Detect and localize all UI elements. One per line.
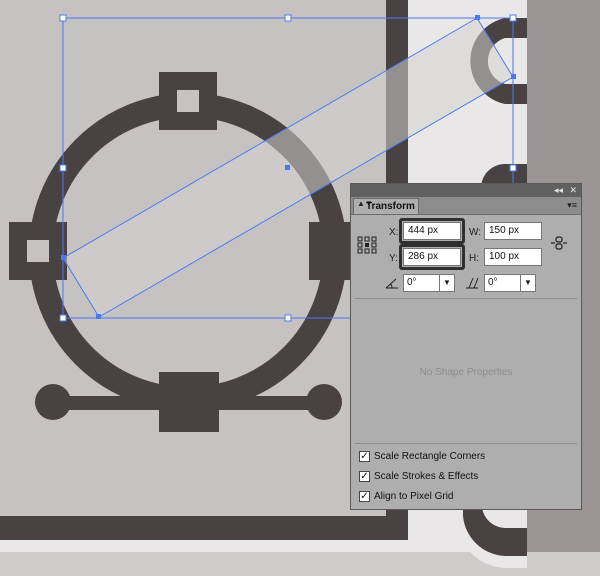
base-bar [50, 396, 326, 410]
checkbox-box[interactable]: ✓ [359, 451, 370, 462]
w-label: W: [469, 227, 482, 238]
close-icon[interactable]: ✕ [569, 184, 577, 197]
tab-transform[interactable]: ▲▼ Transform [353, 198, 419, 214]
h-input[interactable]: 100 px [484, 248, 542, 266]
y-label: Y: [389, 253, 398, 264]
y-input[interactable]: 286 px [403, 248, 461, 266]
w-input[interactable]: 150 px [484, 222, 542, 240]
checkbox-box[interactable]: ✓ [359, 491, 370, 502]
ring-left-square-hole [27, 240, 49, 262]
base-left-knob [35, 384, 71, 420]
h-label: H: [469, 253, 479, 264]
checkbox-box[interactable]: ✓ [359, 471, 370, 482]
shear-angle-input[interactable]: 0° ▼ [484, 274, 536, 292]
base-right-knob [306, 384, 342, 420]
reference-point-icon[interactable] [357, 236, 377, 254]
rotate-angle-input[interactable]: 0° ▼ [403, 274, 455, 292]
rotate-angle-icon [385, 278, 398, 289]
panel-tab-row: ▲▼ Transform ▾≡ [351, 197, 581, 215]
rotate-angle-value: 0° [407, 277, 417, 288]
shear-angle-value: 0° [488, 277, 498, 288]
separator [355, 443, 577, 444]
x-label: X: [389, 227, 399, 238]
shear-dropdown-icon[interactable]: ▼ [520, 275, 535, 291]
x-input[interactable]: 444 px [403, 222, 461, 240]
bottom-dark-bar [0, 516, 408, 540]
panel-title-bar[interactable]: ◂◂ ✕ [351, 184, 581, 197]
panel-menu-icon[interactable]: ▾≡ [567, 200, 577, 211]
collapse-icon[interactable]: ◂◂ [554, 184, 563, 197]
shear-angle-icon [466, 277, 479, 289]
checkbox-label: Scale Rectangle Corners [374, 451, 486, 462]
checkbox-label: Align to Pixel Grid [374, 491, 454, 502]
no-shape-properties: No Shape Properties [419, 367, 513, 378]
tab-arrows-icon[interactable]: ▲▼ [357, 200, 373, 208]
separator [355, 298, 577, 299]
tab-transform-label: Transform [366, 201, 415, 212]
transform-panel: ◂◂ ✕ ▲▼ Transform ▾≡ X: 444 px W: 150 px… [350, 183, 582, 510]
rotate-dropdown-icon[interactable]: ▼ [439, 275, 454, 291]
bottom-light-strip [0, 540, 408, 552]
link-proportions-icon[interactable] [551, 236, 567, 250]
checkbox-label: Scale Strokes & Effects [374, 471, 479, 482]
ring-top-square-hole [177, 90, 199, 112]
